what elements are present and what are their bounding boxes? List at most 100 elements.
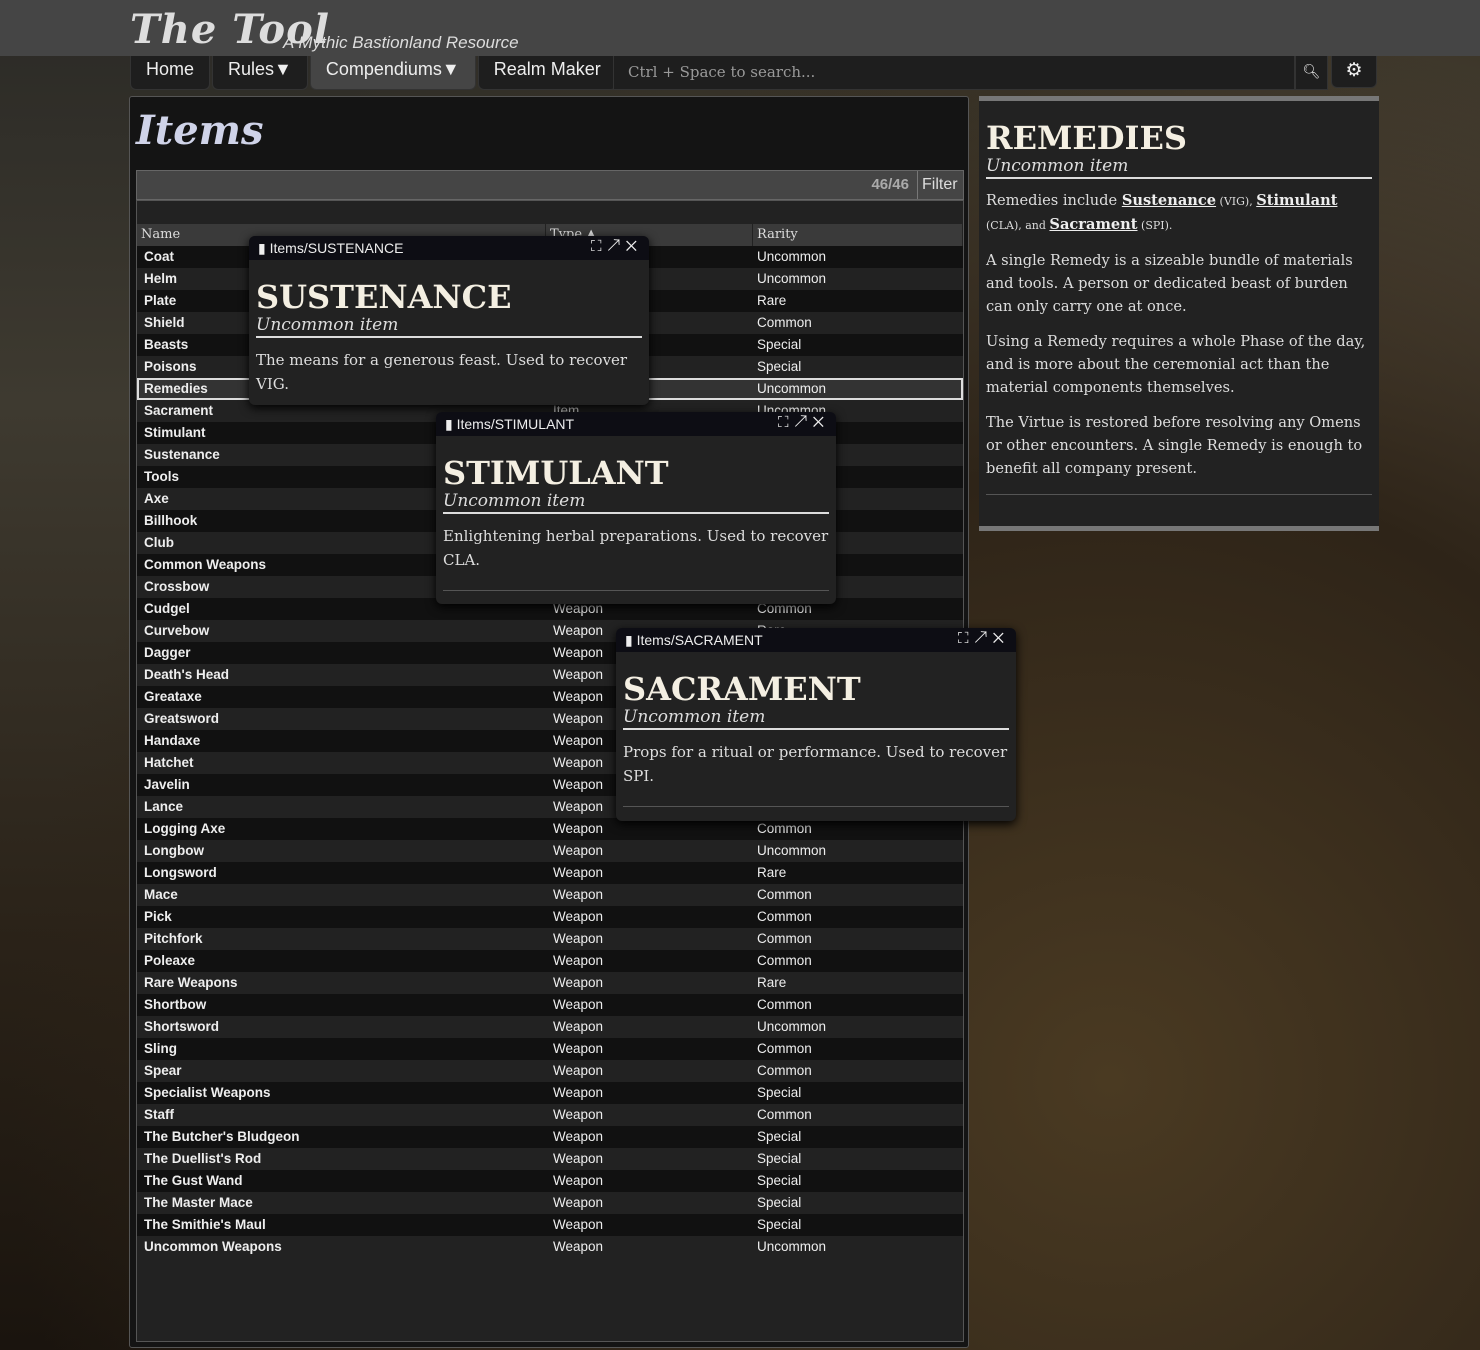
cell-name: The Smithie's Maul [144, 1217, 266, 1232]
popup-stimulant[interactable]: ▮ Items/STIMULANT ⛶↗✕ STIMULANT Uncommon i… [436, 412, 836, 604]
book-icon: ▮ [625, 632, 633, 648]
table-row[interactable]: Rare Weapons Weapon Rare [137, 972, 963, 994]
cell-name: Sling [144, 1041, 177, 1056]
popup-subtitle: Uncommon item [443, 491, 829, 515]
popup-path: Items/SUSTENANCE [269, 240, 404, 256]
cell-rarity: Common [757, 931, 812, 946]
table-row[interactable]: Mace Weapon Common [137, 884, 963, 906]
filter-button[interactable]: Filter [917, 171, 963, 199]
cell-name: Uncommon Weapons [144, 1239, 282, 1254]
cell-rarity: Common [757, 909, 812, 924]
popup-header[interactable]: ▮ Items/STIMULANT ⛶↗✕ [436, 412, 836, 436]
cell-type: Weapon [553, 997, 604, 1012]
cell-rarity: Special [757, 359, 802, 374]
nav-realm-maker[interactable]: Realm Maker [477, 56, 617, 90]
close-icon[interactable]: ✕ [813, 414, 830, 431]
table-row[interactable]: Pick Weapon Common [137, 906, 963, 928]
close-icon[interactable]: ✕ [993, 630, 1010, 647]
search-input[interactable]: Ctrl + Space to search... [613, 56, 1295, 90]
popup-sustenance[interactable]: ▮ Items/SUSTENANCE ⛶↗✕ SUSTENANCE Uncommon… [249, 236, 649, 405]
table-row[interactable]: Shortbow Weapon Common [137, 994, 963, 1016]
gear-icon: ⚙ [1345, 60, 1363, 81]
link-sacrament[interactable]: Sacrament [1049, 216, 1137, 233]
popup-sacrament[interactable]: ▮ Items/SACRAMENT ⛶↗✕ SACRAMENT Uncommon i… [616, 628, 1016, 821]
popup-text: The means for a generous feast. Used to … [256, 351, 628, 394]
result-count: 46/46 [871, 176, 909, 193]
cell-type: Weapon [553, 1041, 604, 1056]
table-row[interactable]: Pitchfork Weapon Common [137, 928, 963, 950]
popup-header[interactable]: ▮ Items/SACRAMENT ⛶↗✕ [616, 628, 1016, 652]
cell-type: Weapon [553, 975, 604, 990]
cell-name: Hatchet [144, 755, 194, 770]
cell-type: Weapon [553, 865, 604, 880]
book-icon: ▮ [445, 416, 453, 432]
cell-name: The Master Mace [144, 1195, 253, 1210]
cell-type: Weapon [553, 1217, 604, 1232]
table-row[interactable]: Longsword Weapon Rare [137, 862, 963, 884]
table-row[interactable]: The Gust Wand Weapon Special [137, 1170, 963, 1192]
table-row[interactable]: The Master Mace Weapon Special [137, 1192, 963, 1214]
detail-paragraph: A single Remedy is a sizeable bundle of … [986, 252, 1353, 316]
text: (SPI). [1137, 219, 1173, 233]
popup-text: Enlightening herbal preparations. Used t… [443, 527, 829, 570]
expand-icon[interactable]: ⛶ [958, 630, 975, 647]
table-row[interactable]: The Duellist's Rod Weapon Special [137, 1148, 963, 1170]
cell-name: Death's Head [144, 667, 229, 682]
table-row[interactable]: Staff Weapon Common [137, 1104, 963, 1126]
detail-subtitle: Uncommon item [986, 156, 1372, 180]
open-external-icon[interactable]: ↗ [795, 414, 813, 431]
table-row[interactable]: Spear Weapon Common [137, 1060, 963, 1082]
book-icon: ▮ [258, 240, 266, 256]
divider [623, 806, 1009, 808]
cell-rarity: Uncommon [757, 1019, 827, 1034]
table-row[interactable]: Poleaxe Weapon Common [137, 950, 963, 972]
settings-button[interactable]: ⚙ [1331, 56, 1377, 88]
detail-title: REMEDIES [986, 119, 1188, 157]
popup-text: Props for a ritual or performance. Used … [623, 743, 1008, 786]
cell-rarity: Uncommon [757, 271, 827, 286]
nav-home[interactable]: Home [130, 56, 211, 90]
cell-name: Shortsword [144, 1019, 220, 1034]
nav-compendiums[interactable]: Compendiums▼ [309, 56, 476, 90]
table-row[interactable]: Longbow Weapon Uncommon [137, 840, 963, 862]
table-row[interactable]: The Butcher's Bludgeon Weapon Special [137, 1126, 963, 1148]
cell-name: Lance [144, 799, 184, 814]
cell-name: The Duellist's Rod [144, 1151, 262, 1166]
popup-title: SACRAMENT [623, 670, 861, 708]
table-row[interactable]: The Smithie's Maul Weapon Special [137, 1214, 963, 1236]
close-icon[interactable]: ✕ [626, 238, 643, 255]
cell-name: Pick [144, 909, 172, 924]
table-row[interactable]: Uncommon Weapons Weapon Uncommon [137, 1236, 963, 1258]
cell-rarity: Special [757, 1195, 802, 1210]
cell-rarity: Common [757, 1041, 812, 1056]
popup-path: Items/STIMULANT [456, 416, 575, 432]
expand-icon[interactable]: ⛶ [778, 414, 795, 431]
cell-type: Weapon [553, 821, 604, 836]
cell-rarity: Special [757, 1129, 802, 1144]
expand-icon[interactable]: ⛶ [591, 238, 608, 255]
cell-rarity: Rare [757, 293, 787, 308]
link-stimulant[interactable]: Stimulant [1256, 192, 1337, 209]
nav-rules[interactable]: Rules▼ [212, 56, 308, 90]
search-button[interactable]: 🔍︎ [1295, 56, 1328, 90]
table-row[interactable]: Logging Axe Weapon Common [137, 818, 963, 840]
cell-rarity: Special [757, 1217, 802, 1232]
cell-type: Weapon [553, 1019, 604, 1034]
popup-header[interactable]: ▮ Items/SUSTENANCE ⛶↗✕ [249, 236, 649, 260]
detail-panel: REMEDIES Uncommon item Remedies include … [979, 96, 1379, 531]
popup-path: Items/SACRAMENT [636, 632, 763, 648]
cell-type: Weapon [553, 1085, 604, 1100]
table-row[interactable]: Specialist Weapons Weapon Special [137, 1082, 963, 1104]
cell-type: Weapon [553, 953, 604, 968]
table-row[interactable]: Shortsword Weapon Uncommon [137, 1016, 963, 1038]
text: (VIG), [1216, 195, 1257, 209]
text: Remedies include [986, 192, 1122, 210]
open-external-icon[interactable]: ↗ [975, 630, 993, 647]
detail-paragraph: Remedies include Sustenance (VIG), Stimu… [986, 189, 1372, 237]
cell-type: Weapon [553, 1063, 604, 1078]
table-row[interactable]: Sling Weapon Common [137, 1038, 963, 1060]
cell-name: Mace [144, 887, 178, 902]
column-rarity[interactable]: Rarity [753, 224, 963, 246]
link-sustenance[interactable]: Sustenance [1122, 192, 1216, 209]
open-external-icon[interactable]: ↗ [608, 238, 626, 255]
